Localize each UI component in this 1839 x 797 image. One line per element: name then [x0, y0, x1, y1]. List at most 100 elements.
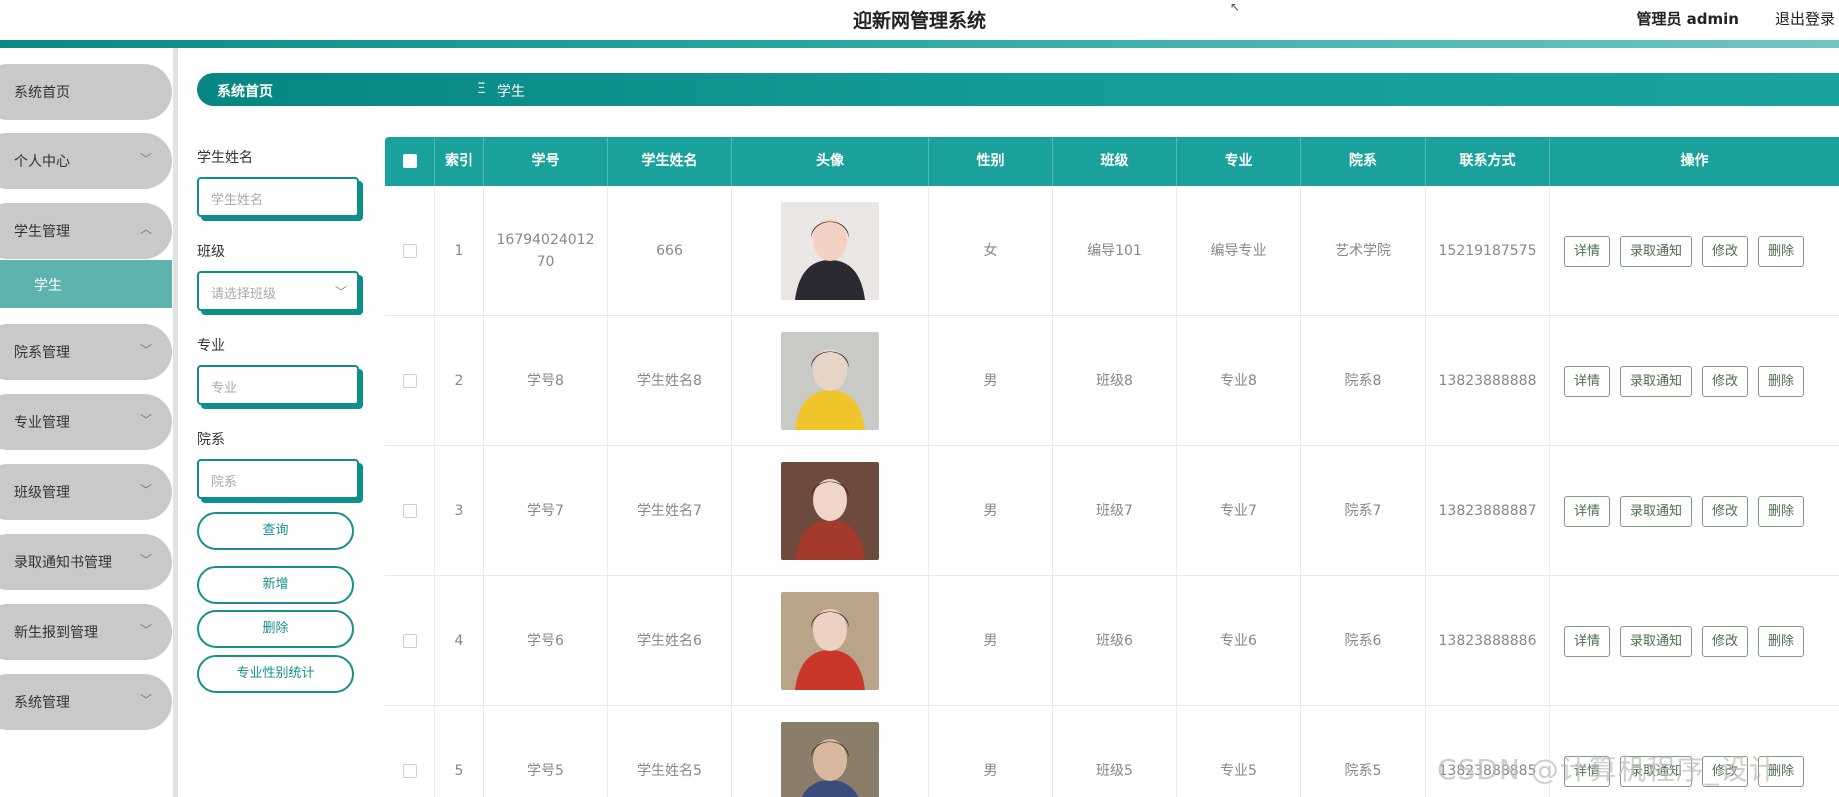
admission-notice-button[interactable]: 录取通知 — [1620, 365, 1693, 397]
cell-major: 专业5 — [1177, 706, 1301, 797]
sidebar-subitem-student[interactable]: 学生 — [0, 260, 172, 308]
department-placeholder: 院系 — [211, 475, 238, 490]
breadcrumb-home[interactable]: 系统首页 — [217, 81, 273, 101]
cell-student-id: 学号8 — [484, 316, 608, 446]
cell-phone-text: 13823888887 — [1438, 503, 1537, 519]
cell-phone: 13823888887 — [1426, 446, 1550, 576]
avatar-photo-icon — [781, 592, 879, 690]
sidebar-item-home[interactable]: 系统首页 — [0, 64, 172, 120]
cell-department-text: 院系5 — [1344, 763, 1382, 779]
cell-student-name: 学生姓名6 — [608, 576, 732, 706]
cell-phone: 15219187575 — [1426, 186, 1550, 316]
student-avatar-image — [781, 592, 879, 690]
table-row: 3 学号7 学生姓名7 男 班级7 专业7 院系7 13823888887 详情 录取通知 修改 删除 — [385, 446, 1839, 576]
sidebar-item-label: 个人中心 — [14, 154, 70, 170]
batch-delete-button[interactable]: 删除 — [197, 610, 354, 648]
cell-gender-text: 男 — [983, 373, 998, 389]
sidebar-item-registration[interactable]: 新生报到管理 ﹀ — [0, 604, 172, 660]
cell-index: 4 — [435, 576, 484, 706]
query-button[interactable]: 查询 — [197, 512, 354, 550]
cell-major: 专业7 — [1177, 446, 1301, 576]
sidebar-item-majors[interactable]: 专业管理 ﹀ — [0, 394, 172, 450]
student-avatar-image — [781, 722, 879, 797]
cell-phone-text: 13823888888 — [1438, 373, 1537, 389]
cell-student-name: 666 — [608, 186, 732, 316]
avatar-photo-icon — [781, 332, 879, 430]
cell-gender: 男 — [929, 706, 1053, 797]
edit-button[interactable]: 修改 — [1702, 235, 1749, 267]
cell-class: 班级7 — [1053, 446, 1177, 576]
delete-button[interactable]: 删除 — [1758, 365, 1805, 397]
major-placeholder: 专业 — [211, 381, 238, 396]
row-checkbox[interactable] — [402, 504, 417, 518]
sidebar-item-admission-notices[interactable]: 录取通知书管理 ﹀ — [0, 534, 172, 590]
breadcrumb-separator-icon: Ξ — [477, 81, 486, 97]
col-header-student-id: 学号 — [484, 137, 608, 186]
student-name-input[interactable]: 学生姓名 — [197, 177, 359, 217]
row-checkbox[interactable] — [402, 634, 417, 648]
admission-notice-button[interactable]: 录取通知 — [1620, 495, 1693, 527]
cell-avatar — [732, 706, 929, 797]
col-header-phone: 联系方式 — [1426, 137, 1550, 186]
cell-gender-text: 女 — [983, 243, 998, 259]
edit-button[interactable]: 修改 — [1702, 625, 1749, 657]
sidebar: 系统首页 个人中心 ﹀ 学生管理 ︿ 学生 院系管理 ﹀ 专业管理 ﹀ 班级管理… — [0, 48, 178, 797]
cell-student-id-text: 学号7 — [527, 503, 564, 519]
edit-button[interactable]: 修改 — [1702, 495, 1749, 527]
chevron-down-icon: ﹀ — [139, 413, 152, 427]
edit-button[interactable]: 修改 — [1702, 365, 1749, 397]
cell-department-text: 院系8 — [1344, 373, 1382, 389]
cell-index-text: 5 — [454, 763, 464, 779]
sidebar-item-classes[interactable]: 班级管理 ﹀ — [0, 464, 172, 520]
cell-student-id-text: 1679402401270 — [496, 232, 595, 270]
cell-major: 专业8 — [1177, 316, 1301, 446]
cell-major-text: 专业7 — [1220, 503, 1257, 519]
department-label: 院系 — [197, 432, 225, 448]
app-title: 迎新网管理系统 — [852, 10, 986, 32]
cell-student-name-text: 学生姓名8 — [637, 373, 702, 389]
admission-notice-button[interactable]: 录取通知 — [1620, 235, 1693, 267]
cell-class: 编导101 — [1053, 186, 1177, 316]
major-input[interactable]: 专业 — [197, 365, 359, 405]
cell-class-text: 班级5 — [1096, 763, 1133, 779]
sidebar-item-departments[interactable]: 院系管理 ﹀ — [0, 324, 172, 380]
sidebar-item-students[interactable]: 学生管理 ︿ — [0, 203, 172, 259]
details-button[interactable]: 详情 — [1564, 625, 1611, 657]
delete-button[interactable]: 删除 — [1758, 235, 1805, 267]
header-accent-bar — [0, 40, 1839, 48]
sidebar-item-system[interactable]: 系统管理 ﹀ — [0, 674, 172, 730]
delete-button[interactable]: 删除 — [1758, 625, 1805, 657]
sidebar-item-personal[interactable]: 个人中心 ﹀ — [0, 133, 172, 189]
add-button[interactable]: 新增 — [197, 566, 354, 604]
row-checkbox[interactable] — [402, 244, 417, 258]
sidebar-item-label: 专业管理 — [14, 415, 70, 431]
class-select[interactable]: 请选择班级 ﹀ — [197, 271, 359, 311]
delete-button[interactable]: 删除 — [1758, 495, 1805, 527]
select-all-checkbox[interactable] — [403, 154, 417, 168]
details-button[interactable]: 详情 — [1564, 365, 1611, 397]
row-checkbox[interactable] — [402, 374, 417, 388]
col-header-major: 专业 — [1177, 137, 1301, 186]
major-label: 专业 — [197, 338, 225, 354]
major-gender-stats-button[interactable]: 专业性别统计 — [197, 655, 354, 693]
avatar-photo-icon — [781, 462, 879, 560]
details-button[interactable]: 详情 — [1564, 495, 1611, 527]
chevron-down-icon: ﹀ — [139, 152, 152, 166]
cell-actions: 详情 录取通知 修改 删除 — [1550, 576, 1839, 706]
cell-class: 班级6 — [1053, 576, 1177, 706]
cell-gender-text: 男 — [983, 633, 998, 649]
cell-department-text: 院系7 — [1344, 503, 1382, 519]
cell-student-name-text: 666 — [656, 243, 683, 259]
cell-phone-text: 15219187575 — [1438, 243, 1537, 259]
logout-link[interactable]: 退出登录 — [1775, 8, 1835, 29]
details-button[interactable]: 详情 — [1564, 235, 1611, 267]
department-input[interactable]: 院系 — [197, 459, 359, 499]
col-header-gender: 性别 — [929, 137, 1053, 186]
admission-notice-button[interactable]: 录取通知 — [1620, 625, 1693, 657]
cell-student-name: 学生姓名8 — [608, 316, 732, 446]
cell-index-text: 4 — [454, 633, 464, 649]
class-select-placeholder: 请选择班级 — [211, 287, 277, 302]
row-checkbox[interactable] — [402, 764, 417, 778]
chevron-down-icon: ﹀ — [139, 693, 152, 707]
cell-student-id: 1679402401270 — [484, 186, 608, 316]
